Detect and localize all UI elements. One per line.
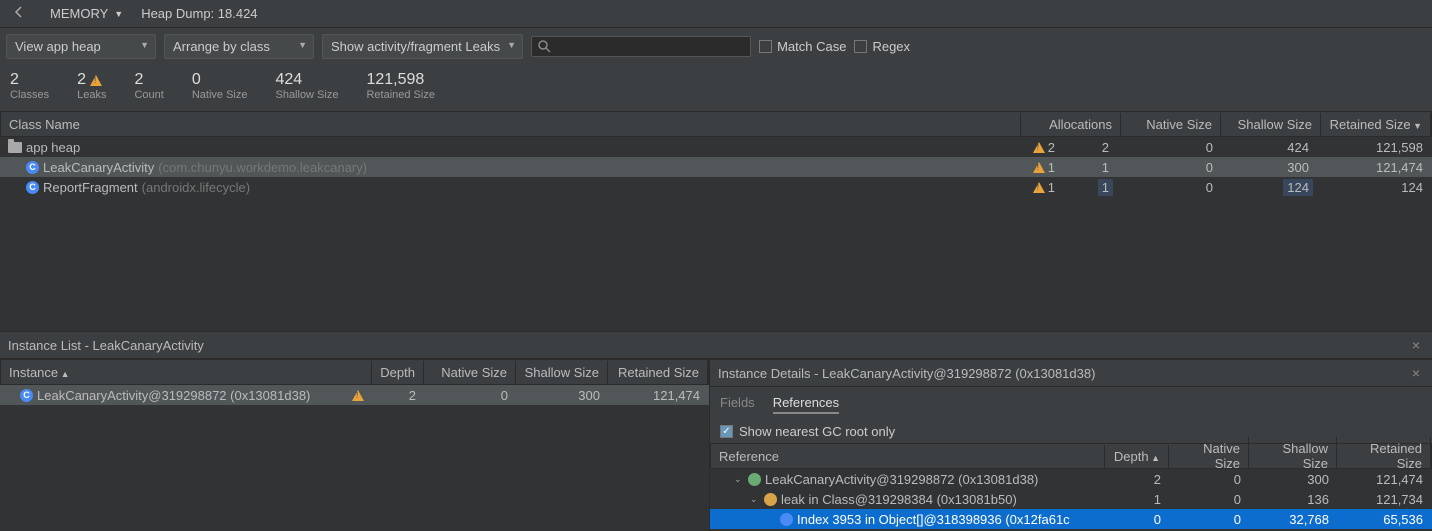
details-title: Instance Details - LeakCanaryActivity@31… xyxy=(718,366,1095,381)
class-table: Class Name Allocations Native Size Shall… xyxy=(0,111,1432,331)
col-instance[interactable]: Instance xyxy=(1,361,372,384)
instance-list-title: Instance List - LeakCanaryActivity xyxy=(8,338,204,353)
class-name-label: LeakCanaryActivity xyxy=(43,160,154,175)
stat-leaks: 2Leaks xyxy=(77,71,106,101)
arrange-select[interactable]: Arrange by class xyxy=(164,34,314,59)
object-icon xyxy=(764,493,777,506)
details-tabs: Fields References xyxy=(710,387,1432,420)
class-name-label: app heap xyxy=(26,140,80,155)
warning-icon xyxy=(90,75,102,86)
table-row[interactable]: Index 3953 in Object[]@318398936 (0x12fa… xyxy=(710,509,1432,529)
tab-fields[interactable]: Fields xyxy=(720,393,755,414)
table-row[interactable]: C LeakCanaryActivity@319298872 (0x13081d3… xyxy=(0,385,709,405)
arrow-left-icon xyxy=(12,5,26,19)
view-heap-select[interactable]: View app heap xyxy=(6,34,156,59)
col-inst-shallow[interactable]: Shallow Size xyxy=(516,361,608,384)
col-inst-retained[interactable]: Retained Size xyxy=(608,361,708,384)
table-row[interactable]: app heap 220424121,598 xyxy=(0,137,1432,157)
ref-table-body: ⌄ LeakCanaryActivity@319298872 (0x13081d3… xyxy=(710,469,1432,531)
search-icon xyxy=(538,40,551,53)
col-ref-depth[interactable]: Depth xyxy=(1105,445,1169,468)
warning-icon xyxy=(352,390,364,401)
table-row[interactable]: CReportFragment (androidx.lifecycle)1101… xyxy=(0,177,1432,197)
col-retained-size[interactable]: Retained Size xyxy=(1321,113,1431,136)
warning-icon xyxy=(1033,182,1045,193)
stat-retained: 121,598Retained Size xyxy=(366,71,435,101)
search-input[interactable] xyxy=(555,39,744,54)
memory-label: MEMORY xyxy=(50,6,108,21)
instance-label: LeakCanaryActivity@319298872 (0x13081d38… xyxy=(37,388,310,403)
close-instance-list[interactable]: × xyxy=(1408,337,1424,353)
table-row[interactable]: ⌄ LeakCanaryActivity@319298872 (0x13081d3… xyxy=(710,469,1432,489)
col-native-size[interactable]: Native Size xyxy=(1121,113,1221,136)
object-icon xyxy=(748,473,761,486)
warning-icon xyxy=(1033,142,1045,153)
class-icon: C xyxy=(20,389,33,402)
class-icon: C xyxy=(26,161,39,174)
expand-icon[interactable]: ⌄ xyxy=(734,474,744,485)
instance-table-header: Instance Depth Native Size Shallow Size … xyxy=(0,359,709,385)
close-details[interactable]: × xyxy=(1408,365,1424,381)
stat-classes: 2Classes xyxy=(10,71,49,101)
reference-label: Index 3953 in Object[]@318398936 (0x12fa… xyxy=(797,512,1070,527)
col-class-name[interactable]: Class Name xyxy=(1,113,1021,136)
back-button[interactable] xyxy=(6,3,32,24)
col-shallow-size[interactable]: Shallow Size xyxy=(1221,113,1321,136)
reference-label: LeakCanaryActivity@319298872 (0x13081d38… xyxy=(765,472,1038,487)
ref-table-header: Reference Depth Native Size Shallow Size… xyxy=(710,443,1432,469)
col-allocations[interactable]: Allocations xyxy=(1021,113,1121,136)
class-icon: C xyxy=(26,181,39,194)
package-label: (com.chunyu.workdemo.leakcanary) xyxy=(158,160,367,175)
search-field[interactable] xyxy=(531,36,751,57)
reference-label: leak in Class@319298384 (0x13081b50) xyxy=(781,492,1017,507)
heap-dump-label: Heap Dump: 18.424 xyxy=(141,6,257,21)
col-inst-native[interactable]: Native Size xyxy=(424,361,516,384)
col-reference[interactable]: Reference xyxy=(711,445,1105,468)
instance-table-body: C LeakCanaryActivity@319298872 (0x13081d3… xyxy=(0,385,709,531)
instance-panel: Instance Depth Native Size Shallow Size … xyxy=(0,359,710,531)
table-row[interactable]: ⌄leak in Class@319298384 (0x13081b50)101… xyxy=(710,489,1432,509)
details-header: Instance Details - LeakCanaryActivity@31… xyxy=(710,359,1432,387)
stat-native: 0Native Size xyxy=(192,71,248,101)
stat-shallow: 424Shallow Size xyxy=(275,71,338,101)
col-depth[interactable]: Depth xyxy=(372,361,424,384)
class-table-header: Class Name Allocations Native Size Shall… xyxy=(0,111,1432,137)
match-case-checkbox[interactable]: Match Case xyxy=(759,39,846,54)
warning-icon xyxy=(1033,162,1045,173)
expand-icon[interactable]: ⌄ xyxy=(750,494,760,505)
class-table-body: app heap 220424121,598 C LeakCanaryActivit… xyxy=(0,137,1432,331)
table-row[interactable]: C LeakCanaryActivity (com.chunyu.workdemo… xyxy=(0,157,1432,177)
folder-icon xyxy=(8,142,22,153)
object-icon xyxy=(780,513,793,526)
top-bar: MEMORY ▼ Heap Dump: 18.424 xyxy=(0,0,1432,28)
stats-bar: 2Classes 2Leaks 2Count 0Native Size 424S… xyxy=(0,65,1432,111)
memory-dropdown[interactable]: MEMORY ▼ xyxy=(42,4,131,23)
details-panel: Instance Details - LeakCanaryActivity@31… xyxy=(710,359,1432,531)
toolbar: View app heap Arrange by class Show acti… xyxy=(0,28,1432,65)
tab-references[interactable]: References xyxy=(773,393,839,414)
class-name-label: ReportFragment xyxy=(43,180,138,195)
regex-checkbox[interactable]: Regex xyxy=(854,39,910,54)
instance-list-header: Instance List - LeakCanaryActivity × xyxy=(0,331,1432,359)
bottom-panels: Instance Depth Native Size Shallow Size … xyxy=(0,359,1432,531)
package-label: (androidx.lifecycle) xyxy=(142,180,250,195)
chevron-down-icon: ▼ xyxy=(114,9,123,19)
stat-count: 2Count xyxy=(134,71,163,101)
filter-select[interactable]: Show activity/fragment Leaks xyxy=(322,34,523,59)
